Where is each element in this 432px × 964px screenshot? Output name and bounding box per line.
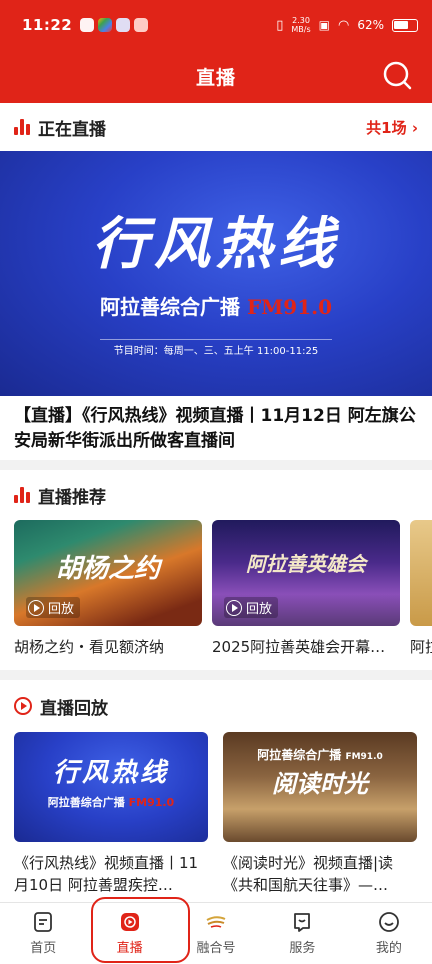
recommend-card[interactable]: 阿拉善英雄会 回放 2025阿拉善英雄会开幕… xyxy=(212,520,400,657)
wifi-icon: ◠ xyxy=(337,17,350,33)
recommend-bars-icon xyxy=(14,487,30,503)
recommend-label: 胡杨之约・看见额济纳 xyxy=(14,638,165,656)
home-doc-icon xyxy=(34,912,53,932)
tab-label: 首页 xyxy=(30,941,57,956)
replay-card[interactable]: 行风热线 阿拉善综合广播 FM91.0 《行风热线》视频直播丨11月10日 阿拉… xyxy=(14,732,208,896)
tab-fusion[interactable]: 融合号 xyxy=(173,903,259,964)
vibrate-icon: ▯ xyxy=(276,17,284,33)
replay-label: 《阅读时光》视频直播|读《共和国航天往事》—… xyxy=(223,854,394,894)
live-banner[interactable]: 行风热线 阿拉善综合广播 FM91.0 节目时间：每周一、三、五上午 11:00… xyxy=(0,151,432,396)
section-title-live-now: 正在直播 xyxy=(38,119,106,140)
sim-icon: ▣ xyxy=(318,18,330,32)
tab-label: 服务 xyxy=(289,941,316,956)
battery-icon xyxy=(392,18,418,32)
page-title: 直播 xyxy=(195,67,236,89)
live-play-icon xyxy=(120,913,139,931)
service-icon xyxy=(294,913,311,932)
replay-badge: 回放 xyxy=(224,597,279,618)
notification-icons xyxy=(80,18,149,32)
live-now-section: 正在直播 共1场 › 行风热线 阿拉善综合广播 FM91.0 节目时间：每周一、… xyxy=(0,103,432,460)
banner-time: 节目时间：每周一、三、五上午 11:00-11:25 xyxy=(113,346,319,357)
play-icon xyxy=(28,599,44,616)
play-icon xyxy=(226,599,242,616)
replay-thumb-sub: 阿拉善综合广播 FM91.0 xyxy=(47,796,175,809)
recommend-carousel[interactable]: 胡杨之约 回放 胡杨之约・看见额济纳 阿拉善英雄会 回放 2025阿拉善英雄会开… xyxy=(0,520,432,660)
fusion-logo-icon xyxy=(206,916,226,928)
tab-service[interactable]: 服务 xyxy=(259,903,345,964)
replay-icon xyxy=(14,697,32,715)
tab-label: 我的 xyxy=(375,941,402,956)
recommend-thumb-title: 胡杨之约 xyxy=(55,554,160,584)
live-caption[interactable]: 【直播】《行风热线》视频直播丨11月12日 阿左旗公安局新华街派出所做客直播间 xyxy=(0,396,432,454)
bottom-tab-bar: 首页 直播 融合号 服务 我的 xyxy=(0,902,432,964)
status-time: 11:22 xyxy=(22,16,73,34)
recommend-label: 阿拉 xyxy=(410,638,432,656)
smile-icon xyxy=(378,912,399,932)
tab-live[interactable]: 直播 xyxy=(86,903,172,964)
recommend-thumb-title: 阿拉善英雄会 xyxy=(246,552,366,576)
recommend-card[interactable]: 阿拉 xyxy=(410,520,432,657)
replay-thumb-sub: 阿拉善综合广播 FM91.0 xyxy=(257,748,383,762)
app-header: 11:22 ▯ 2.30 MB/s ▣ ◠ 62% 直播 xyxy=(0,0,432,103)
replay-section: 直播回放 行风热线 阿拉善综合广播 FM91.0 《行风热线》视频直播丨11月1… xyxy=(0,680,432,902)
replay-thumb-title: 行风热线 xyxy=(52,758,169,788)
recommend-label: 2025阿拉善英雄会开幕… xyxy=(212,638,386,656)
banner-subtitle: 阿拉善综合广播 FM91.0 xyxy=(99,295,333,319)
tab-label: 融合号 xyxy=(196,941,236,956)
tab-label: 直播 xyxy=(116,941,143,956)
status-bar: 11:22 ▯ 2.30 MB/s ▣ ◠ 62% xyxy=(0,0,432,50)
replay-thumb-title: 阅读时光 xyxy=(272,770,368,798)
live-count-link[interactable]: 共1场 › xyxy=(366,117,418,138)
tab-mine[interactable]: 我的 xyxy=(346,903,432,964)
replay-label: 《行风热线》视频直播丨11月10日 阿拉善盟疾控… xyxy=(14,854,199,894)
banner-divider xyxy=(100,339,332,340)
battery-percent: 62% xyxy=(357,18,384,32)
live-bars-icon xyxy=(14,119,30,135)
replay-badge: 回放 xyxy=(26,597,81,618)
tab-home[interactable]: 首页 xyxy=(0,903,86,964)
replay-card[interactable]: 阿拉善综合广播 FM91.0 阅读时光 《阅读时光》视频直播|读《共和国航天往事… xyxy=(223,732,417,896)
network-speed: 2.30 MB/s xyxy=(291,16,311,34)
section-title-replay: 直播回放 xyxy=(40,698,108,719)
section-title-recommend: 直播推荐 xyxy=(38,487,106,508)
banner-title: 行风热线 xyxy=(92,212,340,277)
recommend-card[interactable]: 胡杨之约 回放 胡杨之约・看见额济纳 xyxy=(14,520,202,657)
recommend-section: 直播推荐 胡杨之约 回放 胡杨之约・看见额济纳 阿拉善英雄会 回放 2025阿拉… xyxy=(0,470,432,670)
search-icon[interactable] xyxy=(382,60,412,90)
